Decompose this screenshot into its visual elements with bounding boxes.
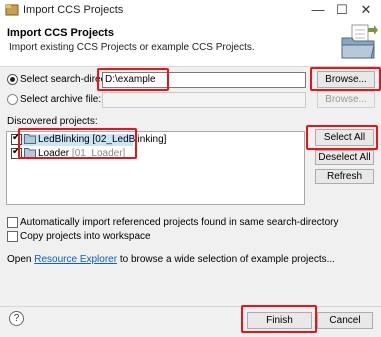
resource-explorer-link[interactable]: Resource Explorer bbox=[34, 254, 117, 265]
cancel-button[interactable]: Cancel bbox=[317, 312, 373, 329]
maximize-button[interactable]: ☐ bbox=[331, 1, 353, 19]
import-folder-icon bbox=[338, 24, 378, 65]
folder-icon bbox=[24, 147, 36, 161]
auto-import-label: Automatically import referenced projects… bbox=[20, 217, 339, 228]
help-icon[interactable]: ? bbox=[9, 311, 24, 326]
folder-icon bbox=[24, 133, 36, 147]
archive-file-label: Select archive file: bbox=[20, 94, 102, 105]
window-title: Import CCS Projects bbox=[23, 4, 124, 16]
wizard-header: Import CCS Projects Import existing CCS … bbox=[0, 22, 381, 66]
ccs-app-icon bbox=[5, 3, 19, 20]
close-button[interactable]: ✕ bbox=[355, 1, 377, 19]
minimize-button[interactable]: — bbox=[307, 1, 329, 19]
select-all-button[interactable]: Select All bbox=[315, 129, 374, 146]
copy-into-workspace-checkbox[interactable] bbox=[7, 231, 18, 242]
search-directory-radio[interactable] bbox=[7, 74, 18, 85]
wizard-title: Import CCS Projects bbox=[7, 27, 114, 39]
project-checkbox-ledblinking[interactable]: ✔ bbox=[11, 132, 22, 145]
project-checkbox-loader[interactable]: ✔ bbox=[11, 146, 22, 159]
project-tag-ledblinking: [02_LedBlinking] bbox=[92, 134, 167, 145]
resource-explorer-text: Open Resource Explorer to browse a wide … bbox=[7, 254, 335, 265]
finish-button[interactable]: Finish bbox=[247, 312, 312, 329]
archive-file-field[interactable] bbox=[102, 92, 306, 108]
project-name-loader[interactable]: Loader [01_Loader] bbox=[38, 148, 125, 159]
copy-into-workspace-label: Copy projects into workspace bbox=[20, 231, 151, 242]
wizard-description: Import existing CCS Projects or example … bbox=[9, 42, 255, 53]
search-directory-field[interactable]: D:\example bbox=[102, 72, 306, 88]
discovered-projects-label: Discovered projects: bbox=[7, 116, 98, 127]
project-name-ledblinking[interactable]: LedBlinking [02_LedBlinking] bbox=[38, 134, 166, 145]
archive-file-radio[interactable] bbox=[7, 94, 18, 105]
refresh-button[interactable]: Refresh bbox=[315, 169, 374, 184]
deselect-all-button[interactable]: Deselect All bbox=[315, 150, 374, 165]
browse-archive-button[interactable]: Browse... bbox=[317, 91, 375, 108]
project-tag-loader: [01_Loader] bbox=[71, 148, 126, 159]
auto-import-checkbox[interactable] bbox=[7, 217, 18, 228]
title-bar: Import CCS Projects — ☐ ✕ bbox=[0, 0, 381, 22]
browse-directory-button[interactable]: Browse... bbox=[317, 71, 375, 88]
